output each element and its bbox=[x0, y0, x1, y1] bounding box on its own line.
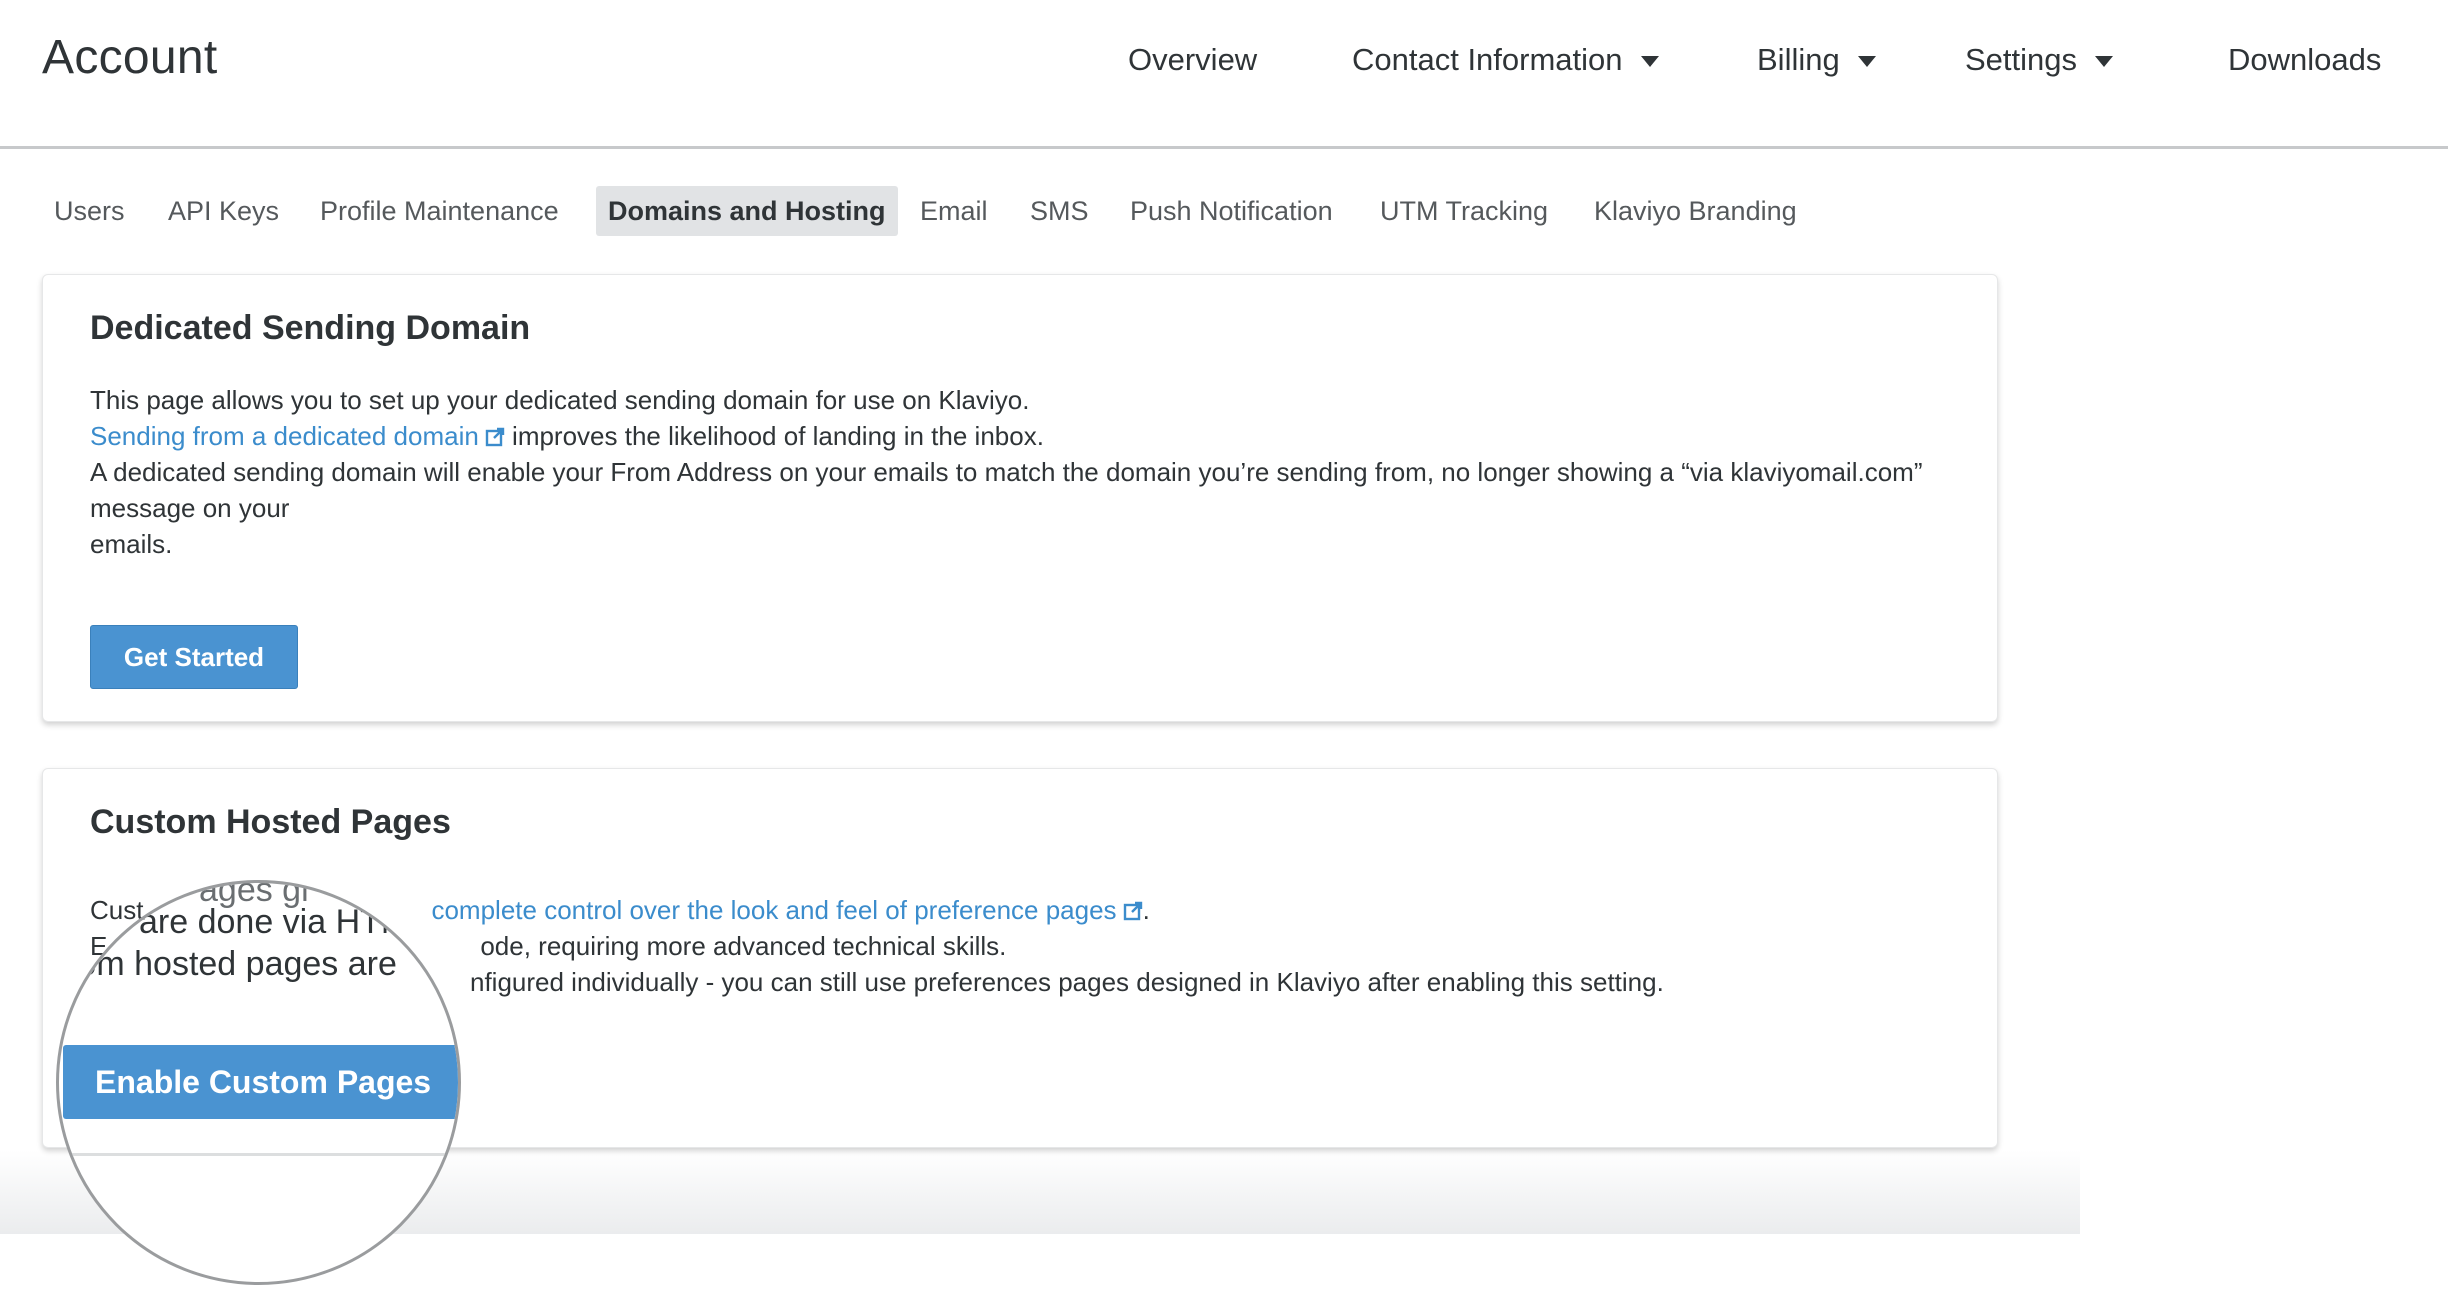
get-started-button[interactable]: Get Started bbox=[90, 625, 298, 689]
caret-down-icon bbox=[2095, 55, 2114, 67]
card-title: Dedicated Sending Domain bbox=[90, 309, 531, 347]
description-text: improves the likelihood of landing in th… bbox=[504, 421, 1044, 451]
tab-users[interactable]: Users bbox=[42, 186, 137, 236]
tab-utm-tracking[interactable]: UTM Tracking bbox=[1368, 186, 1560, 236]
card-title: Custom Hosted Pages bbox=[90, 803, 451, 841]
tab-profile-maintenance[interactable]: Profile Maintenance bbox=[308, 186, 571, 236]
nav-downloads-label: Downloads bbox=[2228, 42, 2382, 77]
settings-subnav: Users API Keys Profile Maintenance Domai… bbox=[0, 186, 2400, 236]
nav-settings-label: Settings bbox=[1965, 42, 2078, 77]
magnifier-callout: ages gi are done via HTM stom hosted pag… bbox=[56, 880, 461, 1285]
nav-overview-label: Overview bbox=[1128, 42, 1258, 77]
magnified-text: are done via HTM bbox=[139, 903, 410, 941]
nav-downloads[interactable]: Downloads bbox=[2228, 42, 2381, 78]
account-page: Account Overview Contact Information Bil… bbox=[0, 0, 2464, 1297]
external-link-icon[interactable] bbox=[1123, 901, 1143, 921]
nav-billing[interactable]: Billing bbox=[1757, 42, 1876, 78]
dedicated-sending-domain-card: Dedicated Sending Domain This page allow… bbox=[42, 274, 1998, 722]
nav-overview[interactable]: Overview bbox=[1128, 42, 1257, 78]
divider bbox=[59, 1153, 458, 1156]
description-line: A dedicated sending domain will enable y… bbox=[90, 457, 1923, 523]
preference-pages-link[interactable]: complete control over the look and feel … bbox=[431, 895, 1116, 925]
description-text: . bbox=[1142, 895, 1150, 925]
description-text: nfigured individually - you can still us… bbox=[470, 967, 1664, 997]
caret-down-icon bbox=[1857, 55, 1876, 67]
caret-down-icon bbox=[1640, 55, 1659, 67]
nav-contact-information[interactable]: Contact Information bbox=[1352, 42, 1659, 78]
top-nav: Overview Contact Information Billing Set… bbox=[0, 42, 2448, 82]
nav-billing-label: Billing bbox=[1757, 42, 1840, 77]
tab-klaviyo-branding[interactable]: Klaviyo Branding bbox=[1582, 186, 1809, 236]
external-link-icon[interactable] bbox=[485, 427, 505, 447]
dedicated-domain-link[interactable]: Sending from a dedicated domain bbox=[90, 421, 479, 451]
tab-api-keys[interactable]: API Keys bbox=[156, 186, 291, 236]
description-line: Sending from a dedicated domain improves… bbox=[90, 418, 1970, 454]
tab-push-notification[interactable]: Push Notification bbox=[1118, 186, 1345, 236]
tab-sms[interactable]: SMS bbox=[1018, 186, 1101, 236]
tab-email[interactable]: Email bbox=[908, 186, 1000, 236]
description-line: This page allows you to set up your dedi… bbox=[90, 385, 1030, 415]
top-header: Account Overview Contact Information Bil… bbox=[0, 0, 2448, 149]
nav-settings[interactable]: Settings bbox=[1965, 42, 2114, 78]
card-description: This page allows you to set up your dedi… bbox=[90, 382, 1970, 562]
description-text: ode, requiring more advanced technical s… bbox=[480, 931, 1007, 961]
magnified-text: stom hosted pages are bbox=[56, 945, 397, 983]
enable-custom-pages-button[interactable]: Enable Custom Pages bbox=[63, 1045, 458, 1119]
tab-domains-and-hosting[interactable]: Domains and Hosting bbox=[596, 186, 898, 236]
description-line: emails. bbox=[90, 529, 173, 559]
nav-contact-information-label: Contact Information bbox=[1352, 42, 1623, 77]
